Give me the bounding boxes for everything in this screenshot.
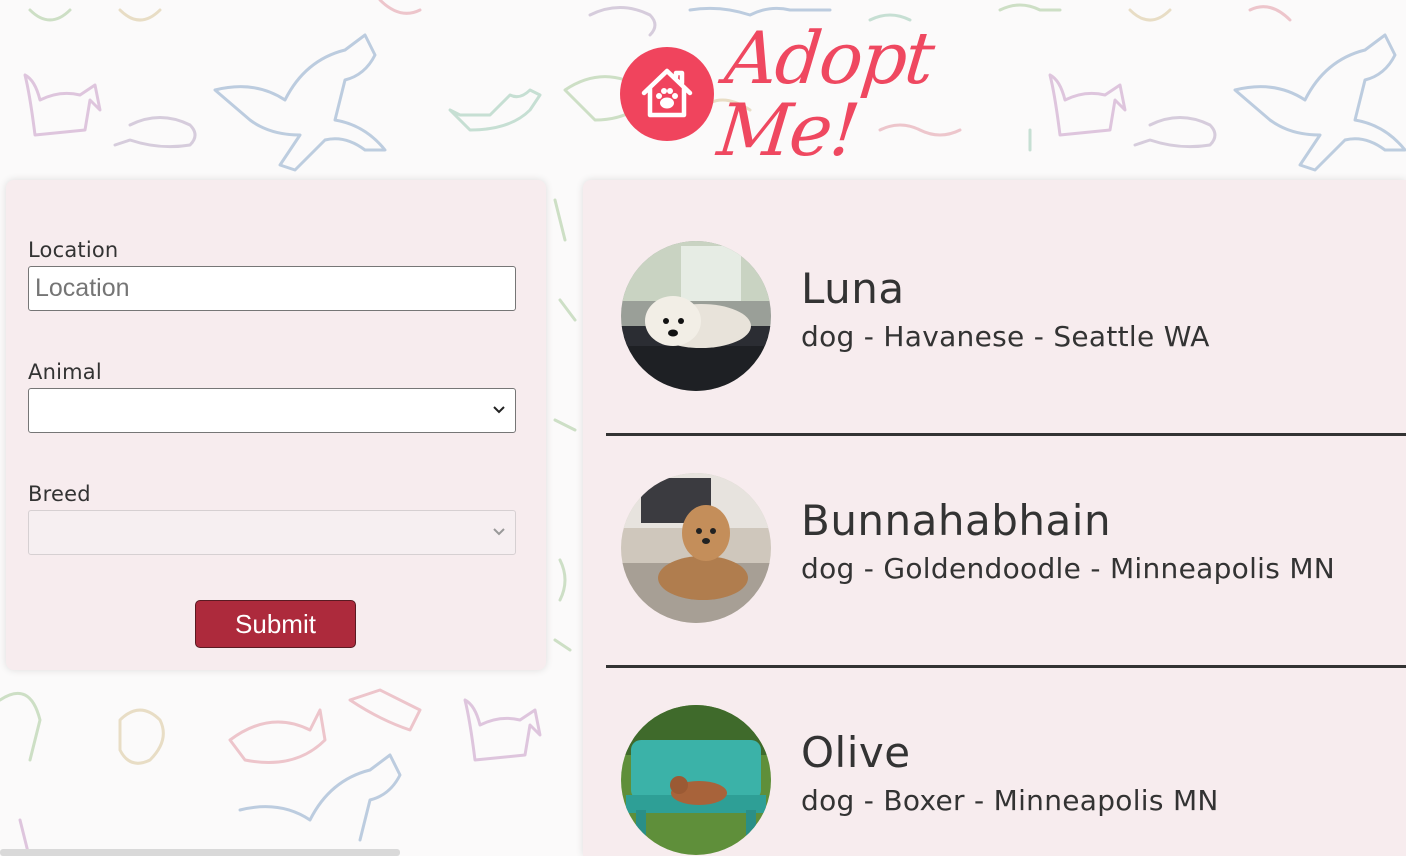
pet-name: Olive: [801, 728, 911, 777]
pet-photo: [621, 473, 771, 623]
submit-button[interactable]: Submit: [195, 600, 356, 648]
chevron-down-icon: [493, 528, 505, 536]
location-label: Location: [28, 238, 119, 262]
chevron-down-icon: [493, 406, 505, 414]
pet-card[interactable]: Luna dog - Havanese - Seattle WA: [606, 180, 1406, 436]
breed-label: Breed: [28, 482, 91, 506]
horizontal-scrollbar[interactable]: [0, 849, 400, 856]
pet-card[interactable]: Olive dog - Boxer - Minneapolis MN: [606, 644, 1406, 856]
site-header[interactable]: Adopt Me!: [620, 16, 1050, 172]
animal-label: Animal: [28, 360, 102, 384]
pet-info: dog - Goldendoodle - Minneapolis MN: [801, 552, 1336, 585]
pet-photo: [621, 241, 771, 391]
search-form: Location Animal Breed Submit: [6, 180, 546, 670]
pet-card[interactable]: Bunnahabhain dog - Goldendoodle - Minnea…: [606, 412, 1406, 668]
pet-name: Luna: [801, 264, 905, 313]
house-paw-icon: [620, 47, 714, 141]
location-input[interactable]: [28, 266, 516, 311]
site-title: Adopt Me!: [713, 16, 937, 172]
pet-results: Luna dog - Havanese - Seattle WA Bunnaha…: [583, 180, 1406, 856]
breed-select[interactable]: [28, 510, 516, 555]
pet-photo: [621, 705, 771, 855]
pet-name: Bunnahabhain: [801, 496, 1112, 545]
pet-info: dog - Boxer - Minneapolis MN: [801, 784, 1219, 817]
pet-info: dog - Havanese - Seattle WA: [801, 320, 1210, 353]
animal-select[interactable]: [28, 388, 516, 433]
